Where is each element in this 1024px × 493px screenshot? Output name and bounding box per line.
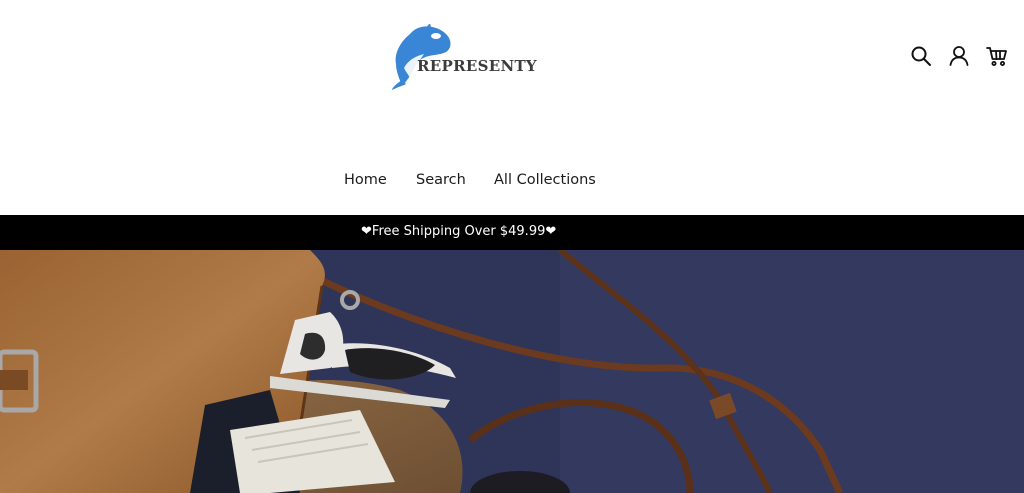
hero-banner[interactable] (0, 250, 1024, 493)
main-nav: Home Search All Collections (0, 170, 1024, 194)
announcement-text: Free Shipping Over $49.99 (371, 224, 546, 239)
account-icon[interactable] (947, 44, 971, 68)
nav-item-search[interactable]: Search (416, 172, 466, 188)
brand-name: REPRESENTY (417, 57, 537, 75)
nav-item-home[interactable]: Home (344, 172, 387, 188)
search-icon[interactable] (909, 44, 933, 68)
header-icons (909, 44, 1009, 68)
site-header: REPRESENTY Home Search All Collections (0, 0, 1024, 215)
heart-icon: ❤ (545, 224, 557, 239)
nav-item-all-collections[interactable]: All Collections (494, 172, 596, 188)
cart-icon[interactable] (985, 44, 1009, 68)
brand-logo[interactable]: REPRESENTY (390, 24, 537, 90)
hero-image (0, 250, 1024, 493)
announcement-bar: ❤ Free Shipping Over $49.99 ❤ (0, 215, 1024, 250)
heart-icon: ❤ (361, 224, 372, 239)
announcement-content: ❤ Free Shipping Over $49.99 ❤ (361, 224, 556, 239)
